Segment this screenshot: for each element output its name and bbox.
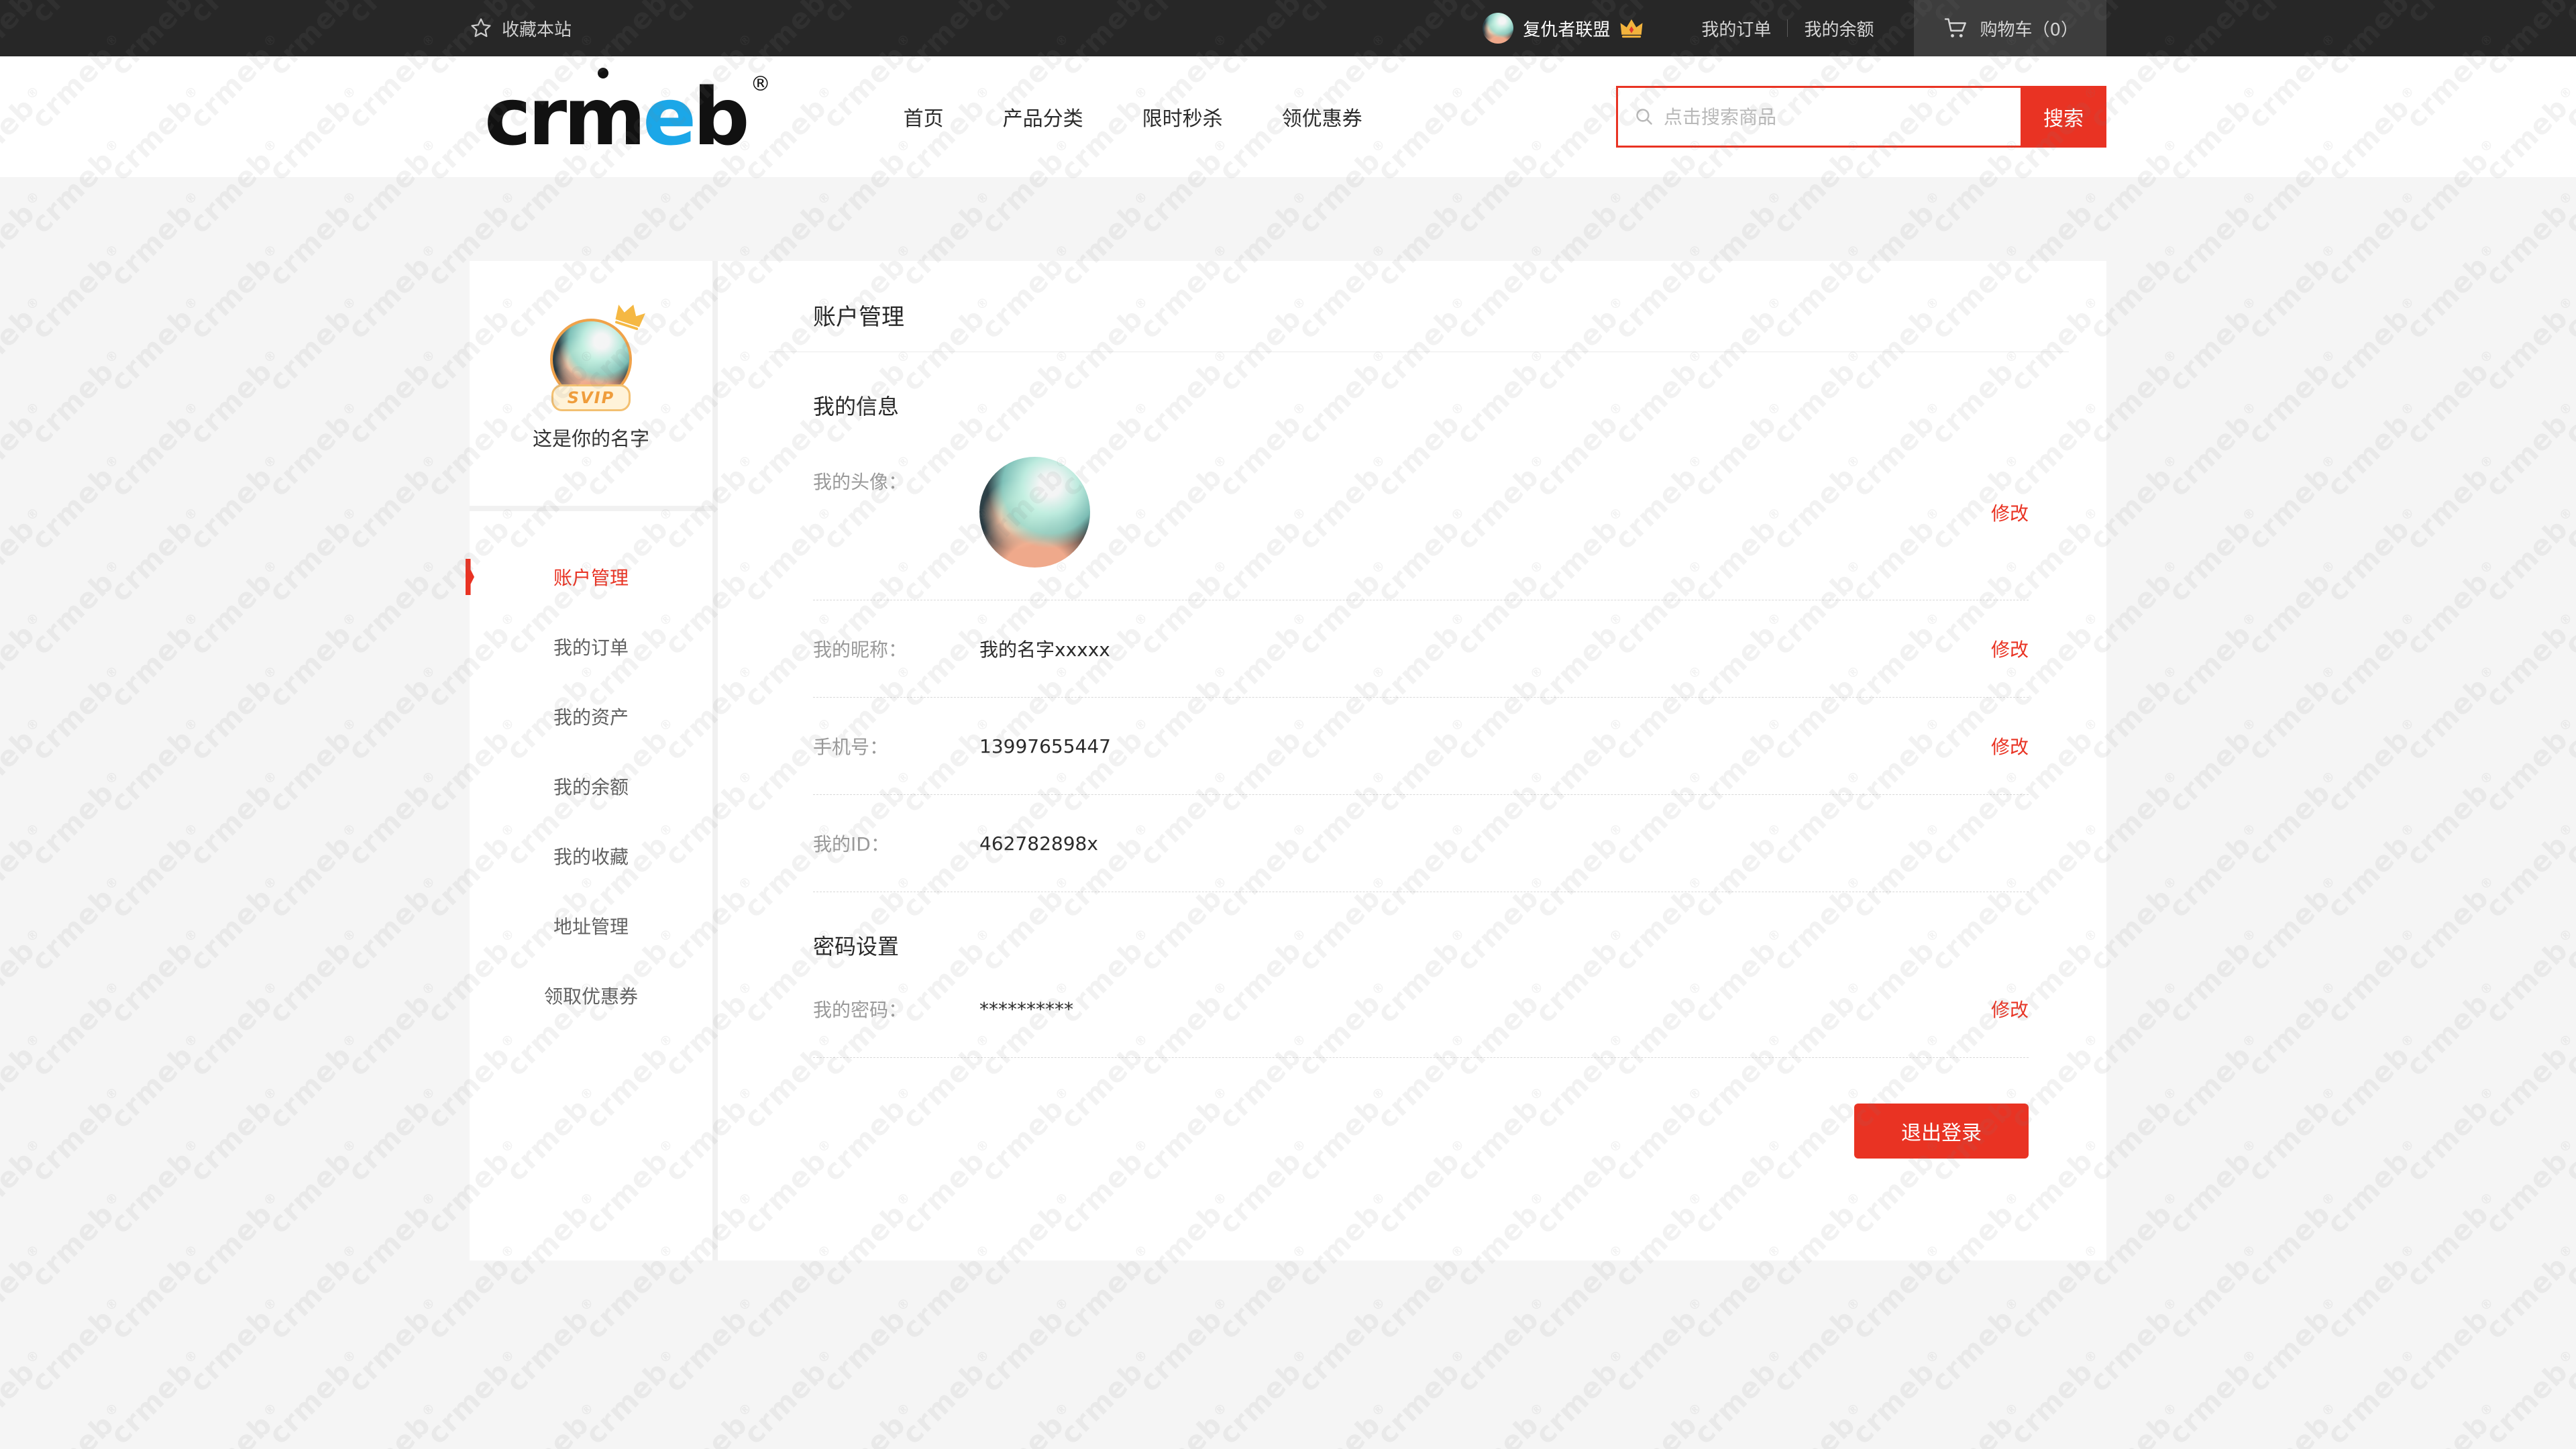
logo-ring xyxy=(598,68,608,78)
account-card: SVIP 这是你的名字 账户管理 我的订单 我的资产 我的余额 我的收藏 地址管… xyxy=(470,261,2106,1260)
cart-label[interactable]: 购物车（0） xyxy=(1980,16,2078,41)
password-section-heading: 密码设置 xyxy=(813,930,2029,961)
topbar-separator xyxy=(1787,19,1788,37)
card-vertical-divider xyxy=(712,261,718,1260)
search-icon xyxy=(1634,107,1654,127)
logo-text-e: e xyxy=(643,77,693,156)
logo-text-cr: cr xyxy=(484,77,564,156)
edit-phone-link[interactable]: 修改 xyxy=(1991,733,2029,759)
page-title: 账户管理 xyxy=(813,299,2029,331)
sidebar-profile: SVIP 这是你的名字 xyxy=(470,261,712,506)
edit-avatar-link[interactable]: 修改 xyxy=(1991,499,2029,526)
main-content: 账户管理 我的信息 我的头像： 修改 我的昵称： 我的名字xxxxx 修改 手机… xyxy=(718,261,2106,1260)
edit-password-link[interactable]: 修改 xyxy=(1991,996,2029,1022)
sidebar: SVIP 这是你的名字 账户管理 我的订单 我的资产 我的余额 我的收藏 地址管… xyxy=(470,261,712,1260)
crown-icon xyxy=(611,299,648,332)
favorite-site-label[interactable]: 收藏本站 xyxy=(502,16,572,41)
sidebar-divider xyxy=(470,506,712,511)
avatar-row-label: 我的头像： xyxy=(813,468,979,494)
phone-row: 手机号： 13997655447 修改 xyxy=(813,698,2029,795)
topbar: 收藏本站 复仇者联盟 我的订单 我的余额 xyxy=(0,0,2576,56)
nickname-value: 我的名字xxxxx xyxy=(979,635,1110,662)
phone-value: 13997655447 xyxy=(979,735,1111,757)
nickname-row: 我的昵称： 我的名字xxxxx 修改 xyxy=(813,600,2029,698)
user-id-label: 我的ID： xyxy=(813,830,979,857)
topbar-username[interactable]: 复仇者联盟 xyxy=(1523,16,1610,41)
topbar-user[interactable]: 复仇者联盟 xyxy=(1483,13,1644,44)
active-item-marker xyxy=(466,559,474,595)
user-avatar[interactable] xyxy=(1483,13,1513,44)
header: cr m e b ® 首页 产品分类 限时秒杀 领优惠券 搜索 xyxy=(0,56,2576,177)
password-label: 我的密码： xyxy=(813,996,979,1022)
topbar-my-orders[interactable]: 我的订单 xyxy=(1701,16,1771,41)
sidebar-item-addresses[interactable]: 地址管理 xyxy=(470,891,712,961)
logo[interactable]: cr m e b ® xyxy=(484,77,771,156)
profile-avatar-image[interactable] xyxy=(979,457,1090,568)
cart-button[interactable]: 购物车（0） xyxy=(1914,0,2106,56)
logout-button[interactable]: 退出登录 xyxy=(1854,1104,2029,1159)
nav-flash-sale[interactable]: 限时秒杀 xyxy=(1142,102,1223,131)
nav-product-categories[interactable]: 产品分类 xyxy=(1003,102,1083,131)
info-section-heading: 我的信息 xyxy=(813,390,2029,421)
profile-display-name: 这是你的名字 xyxy=(470,423,712,451)
nav-coupons[interactable]: 领优惠券 xyxy=(1282,102,1362,131)
sidebar-item-orders[interactable]: 我的订单 xyxy=(470,612,712,682)
sidebar-item-coupons[interactable]: 领取优惠券 xyxy=(470,961,712,1030)
user-id-value: 462782898x xyxy=(979,833,1098,855)
sidebar-item-account[interactable]: 账户管理 xyxy=(470,542,712,612)
crown-icon xyxy=(1619,18,1644,38)
user-id-row: 我的ID： 462782898x xyxy=(813,795,2029,892)
password-row: 我的密码： ********** 修改 xyxy=(813,961,2029,1058)
logo-registered-mark: ® xyxy=(751,74,771,95)
phone-label: 手机号： xyxy=(813,733,979,759)
nickname-label: 我的昵称： xyxy=(813,635,979,662)
favorite-site-link[interactable]: 收藏本站 xyxy=(470,16,572,41)
star-icon xyxy=(470,17,492,40)
logo-text-b: b xyxy=(693,77,746,156)
nav-home[interactable]: 首页 xyxy=(904,102,944,131)
svip-badge: SVIP xyxy=(551,384,631,411)
edit-nickname-link[interactable]: 修改 xyxy=(1991,635,2029,662)
main-nav: 首页 产品分类 限时秒杀 领优惠券 xyxy=(904,102,1362,131)
search-input[interactable] xyxy=(1664,106,2004,128)
logo-text-m: m xyxy=(564,77,643,156)
search-button[interactable]: 搜索 xyxy=(2021,86,2106,148)
sidebar-item-balance[interactable]: 我的余额 xyxy=(470,751,712,821)
topbar-my-balance[interactable]: 我的余额 xyxy=(1804,16,1874,41)
sidebar-menu: 账户管理 我的订单 我的资产 我的余额 我的收藏 地址管理 领取优惠券 xyxy=(470,511,712,1030)
search-bar: 搜索 xyxy=(1616,86,2106,148)
cart-icon xyxy=(1942,16,1969,40)
sidebar-item-favorites[interactable]: 我的收藏 xyxy=(470,821,712,891)
avatar-row: 我的头像： 修改 xyxy=(813,457,2029,600)
sidebar-item-assets[interactable]: 我的资产 xyxy=(470,682,712,751)
password-value: ********** xyxy=(979,998,1073,1020)
